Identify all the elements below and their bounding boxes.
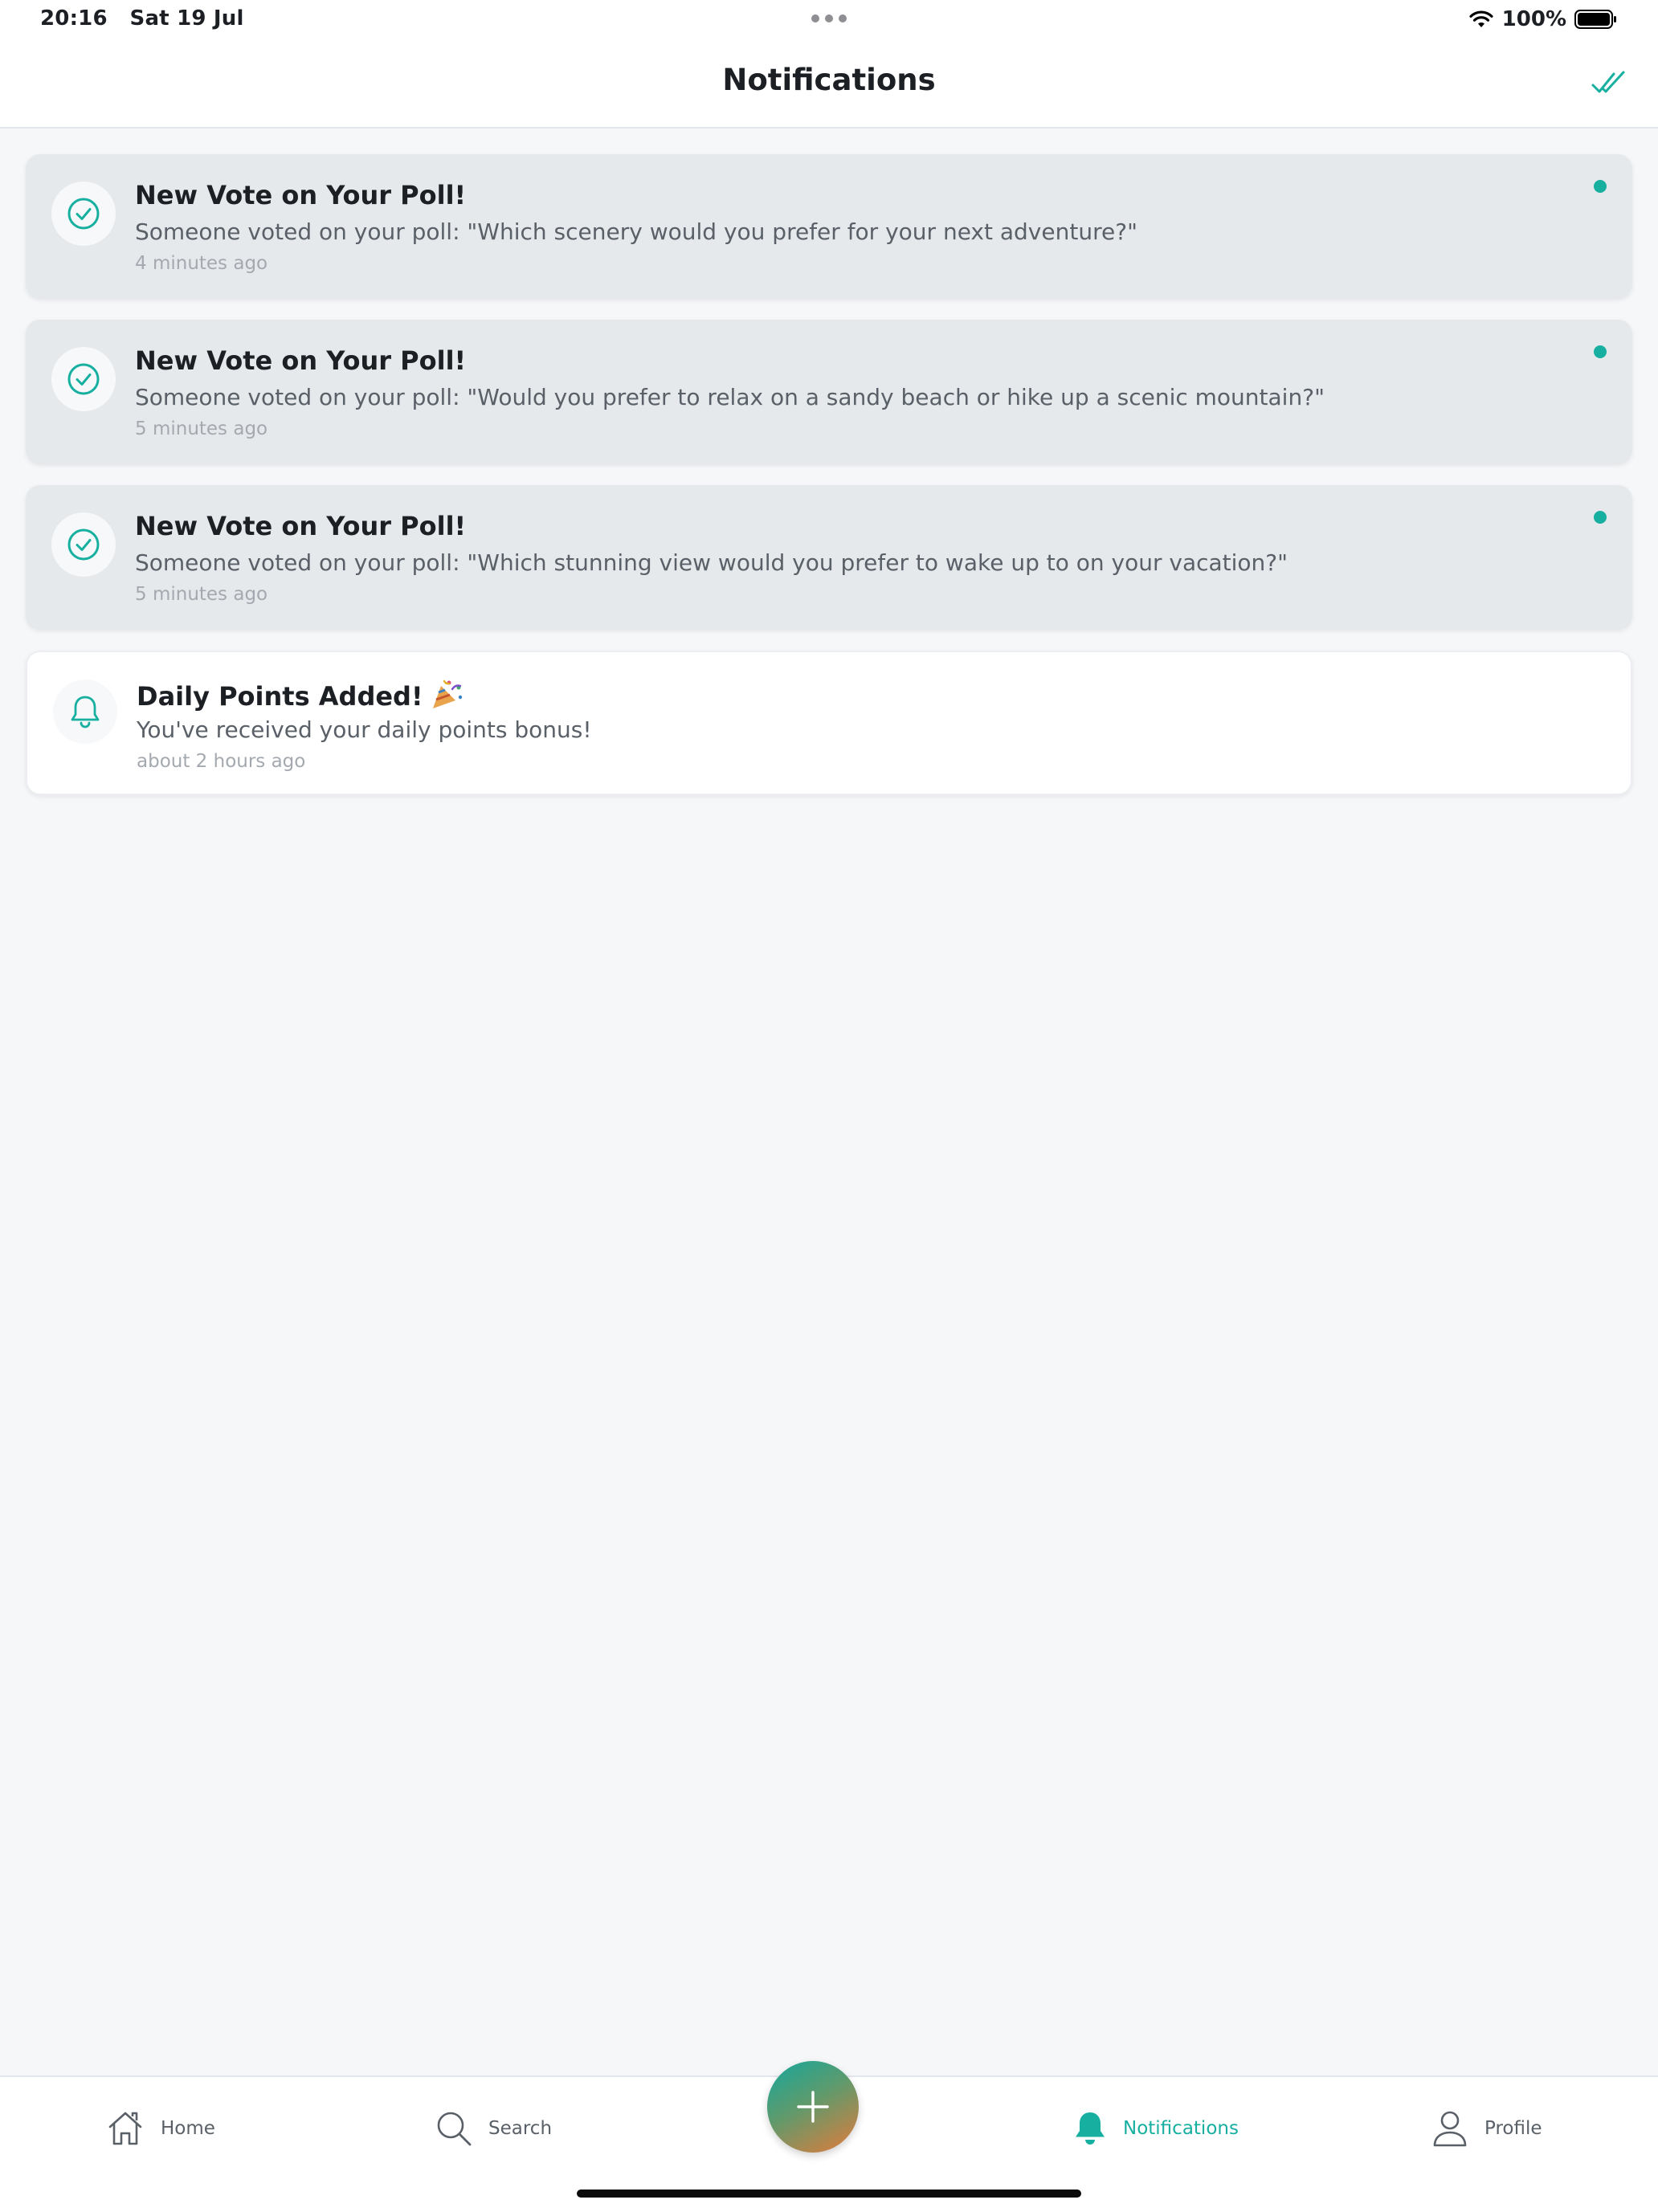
- notification-timestamp: 4 minutes ago: [135, 253, 268, 274]
- tab-notifications[interactable]: Notifications: [1073, 2106, 1239, 2151]
- tab-home-label: Home: [161, 2118, 215, 2139]
- notification-title: New Vote on Your Poll!: [135, 345, 467, 376]
- notification-title: New Vote on Your Poll!: [135, 180, 467, 210]
- notification-message: Someone voted on your poll: "Which stunn…: [135, 549, 1288, 576]
- notification-timestamp: 5 minutes ago: [135, 418, 268, 439]
- notification-title: New Vote on Your Poll!: [135, 511, 467, 541]
- notification-icon-badge: [51, 182, 116, 246]
- unread-indicator: [1594, 345, 1607, 358]
- wifi-icon: [1469, 10, 1493, 27]
- notification-card[interactable]: Daily Points Added! You've received your…: [26, 651, 1632, 795]
- status-indicators: 100%: [1468, 6, 1618, 32]
- battery-percentage: 100%: [1501, 7, 1566, 31]
- notification-message: You've received your daily points bonus!: [137, 716, 592, 743]
- user-icon: [1433, 2111, 1467, 2147]
- battery-icon: [1574, 10, 1616, 29]
- notification-icon-badge: [51, 512, 116, 577]
- tab-search[interactable]: Search: [435, 2106, 552, 2151]
- bell-filled-icon: [1076, 2112, 1105, 2145]
- plus-icon: [797, 2091, 829, 2123]
- mark-all-read-button[interactable]: [1587, 61, 1632, 106]
- page-title: Notifications: [722, 63, 936, 97]
- notification-timestamp: about 2 hours ago: [137, 751, 306, 772]
- notification-card[interactable]: New Vote on Your Poll! Someone voted on …: [26, 154, 1632, 299]
- status-bar: 20:16 Sat 19 Jul 100%: [0, 0, 1658, 39]
- tab-home[interactable]: Home: [106, 2106, 215, 2151]
- tab-search-label: Search: [488, 2118, 553, 2139]
- check-circle-icon: [67, 198, 100, 230]
- search-icon: [437, 2112, 472, 2146]
- notification-icon-badge: [51, 347, 116, 411]
- notification-message: Someone voted on your poll: "Which scene…: [135, 218, 1137, 245]
- party-popper-icon: [432, 680, 462, 708]
- notification-icon-badge: [53, 680, 117, 744]
- bell-icon: [71, 696, 100, 728]
- notification-card[interactable]: New Vote on Your Poll! Someone voted on …: [26, 320, 1632, 464]
- notification-title: Daily Points Added!: [137, 681, 423, 712]
- tab-profile[interactable]: Profile: [1431, 2106, 1542, 2151]
- notification-card[interactable]: New Vote on Your Poll! Someone voted on …: [26, 485, 1632, 630]
- unread-indicator: [1594, 511, 1607, 524]
- tab-bar: Home Search Notifications Profile: [0, 2061, 1658, 2212]
- check-circle-icon: [67, 529, 100, 561]
- notification-timestamp: 5 minutes ago: [135, 584, 268, 605]
- tab-notifications-label: Notifications: [1123, 2118, 1239, 2139]
- create-poll-button[interactable]: [767, 2061, 859, 2153]
- multitasking-dots-icon[interactable]: [811, 14, 847, 22]
- double-check-icon: [1591, 71, 1625, 93]
- home-indicator[interactable]: [577, 2190, 1081, 2198]
- notification-list: New Vote on Your Poll! Someone voted on …: [26, 154, 1632, 816]
- notification-title-row: Daily Points Added!: [137, 678, 465, 712]
- tab-profile-label: Profile: [1484, 2118, 1542, 2139]
- notification-message: Someone voted on your poll: "Would you p…: [135, 384, 1325, 410]
- unread-indicator: [1594, 180, 1607, 193]
- app-header: Notifications: [0, 39, 1658, 129]
- home-icon: [108, 2112, 142, 2145]
- check-circle-icon: [67, 363, 100, 395]
- status-time-date: 20:16 Sat 19 Jul: [40, 6, 244, 31]
